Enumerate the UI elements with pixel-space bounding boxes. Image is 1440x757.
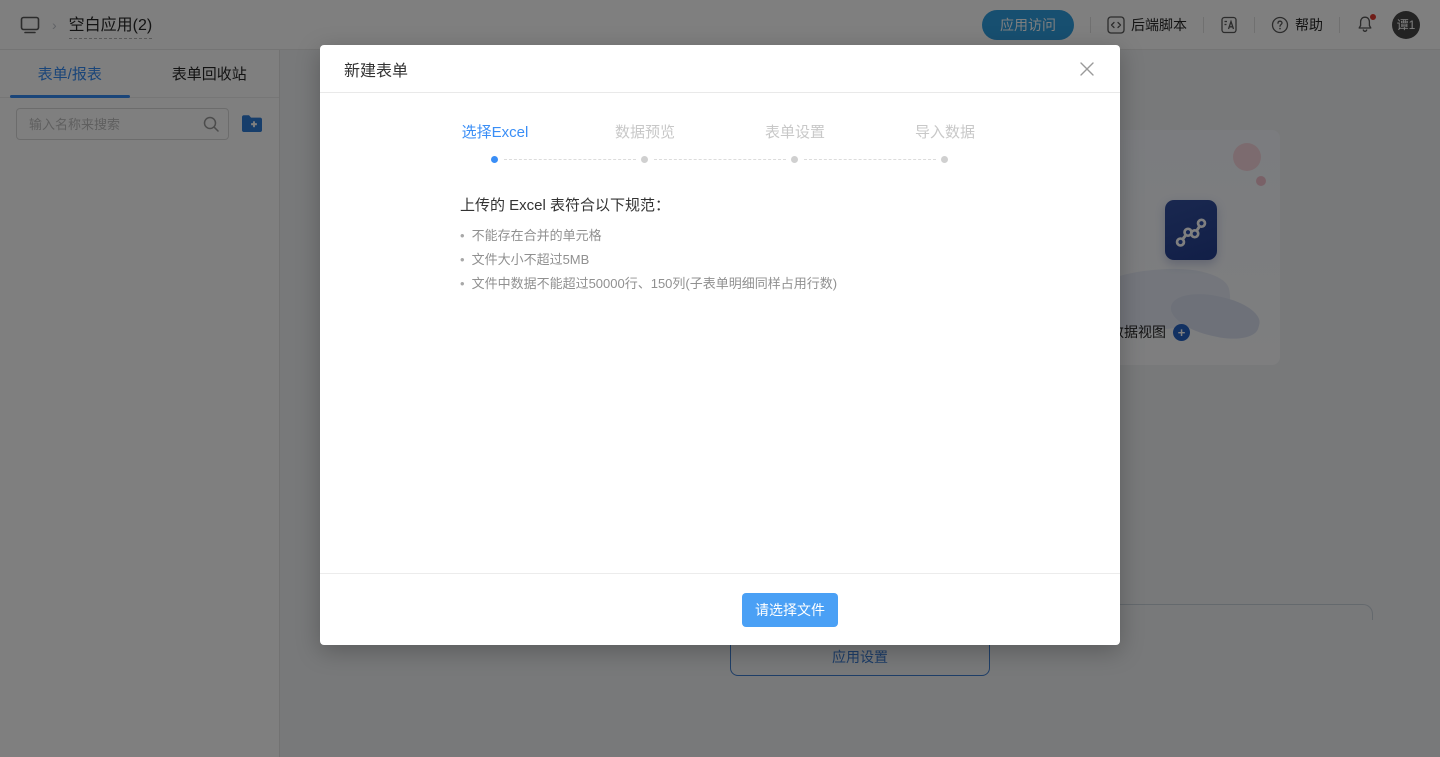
modal-header: 新建表单 bbox=[320, 45, 1120, 93]
modal-body: 上传的 Excel 表符合以下规范： 不能存在合并的单元格 文件大小不超过5MB… bbox=[320, 164, 1120, 296]
modal-footer: 请选择文件 bbox=[320, 573, 1120, 645]
select-file-button[interactable]: 请选择文件 bbox=[742, 593, 838, 627]
modal-title: 新建表单 bbox=[344, 57, 408, 81]
step-dot bbox=[941, 156, 948, 163]
rule-item: 文件中数据不能超过50000行、150列(子表单明细同样占用行数) bbox=[460, 272, 1080, 296]
step-track bbox=[420, 156, 1020, 164]
step-data-preview: 数据预览 bbox=[570, 121, 720, 142]
step-connector bbox=[654, 159, 786, 160]
step-connector bbox=[804, 159, 936, 160]
app-page: › 空白应用(2) 应用访问 后端脚本 bbox=[0, 0, 1440, 757]
step-dot-active bbox=[491, 156, 498, 163]
step-form-settings: 表单设置 bbox=[720, 121, 870, 142]
rule-item: 文件大小不超过5MB bbox=[460, 248, 1080, 272]
upload-rules-heading: 上传的 Excel 表符合以下规范： bbox=[460, 194, 1080, 215]
step-import-data: 导入数据 bbox=[870, 121, 1020, 142]
step-labels: 选择Excel 数据预览 表单设置 导入数据 bbox=[420, 121, 1020, 142]
step-select-excel: 选择Excel bbox=[420, 121, 570, 142]
step-dot bbox=[791, 156, 798, 163]
new-form-modal: 新建表单 选择Excel 数据预览 表单设置 导入数据 bbox=[320, 45, 1120, 645]
upload-rules-list: 不能存在合并的单元格 文件大小不超过5MB 文件中数据不能超过50000行、15… bbox=[460, 224, 1080, 296]
step-connector bbox=[504, 159, 636, 160]
step-dot bbox=[641, 156, 648, 163]
wizard-steps: 选择Excel 数据预览 表单设置 导入数据 bbox=[420, 121, 1020, 164]
close-icon[interactable] bbox=[1078, 60, 1096, 78]
rule-item: 不能存在合并的单元格 bbox=[460, 224, 1080, 248]
